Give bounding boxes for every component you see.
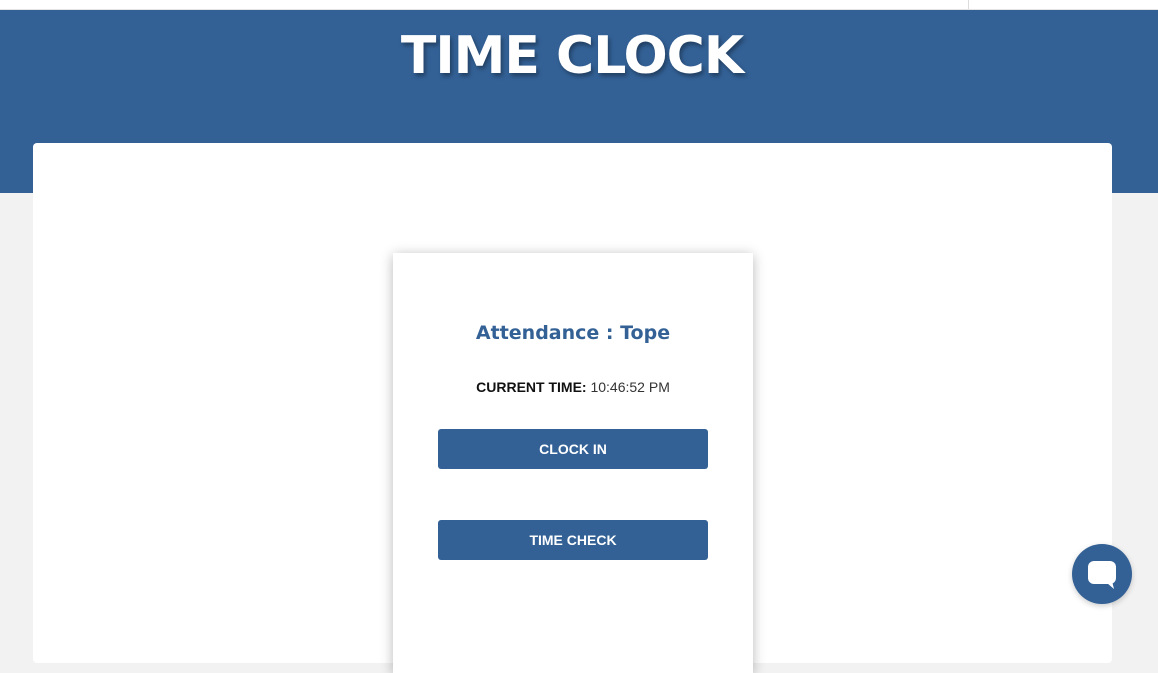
top-strip-divider (968, 0, 969, 9)
current-time-row: CURRENT TIME: 10:46:52 PM (393, 379, 753, 395)
current-time-label: CURRENT TIME: (476, 379, 587, 395)
chat-button[interactable] (1072, 544, 1132, 604)
attendance-heading: Attendance : Tope (475, 322, 671, 344)
page-title: TIME CLOCK (400, 26, 744, 86)
current-time-value: 10:46:52 PM (590, 379, 670, 395)
clock-in-button[interactable]: CLOCK IN (438, 429, 708, 469)
chat-icon (1088, 561, 1116, 589)
top-strip (0, 0, 1158, 10)
attendance-card: Attendance : Tope CURRENT TIME: 10:46:52… (393, 253, 753, 673)
time-check-button[interactable]: TIME CHECK (438, 520, 708, 560)
